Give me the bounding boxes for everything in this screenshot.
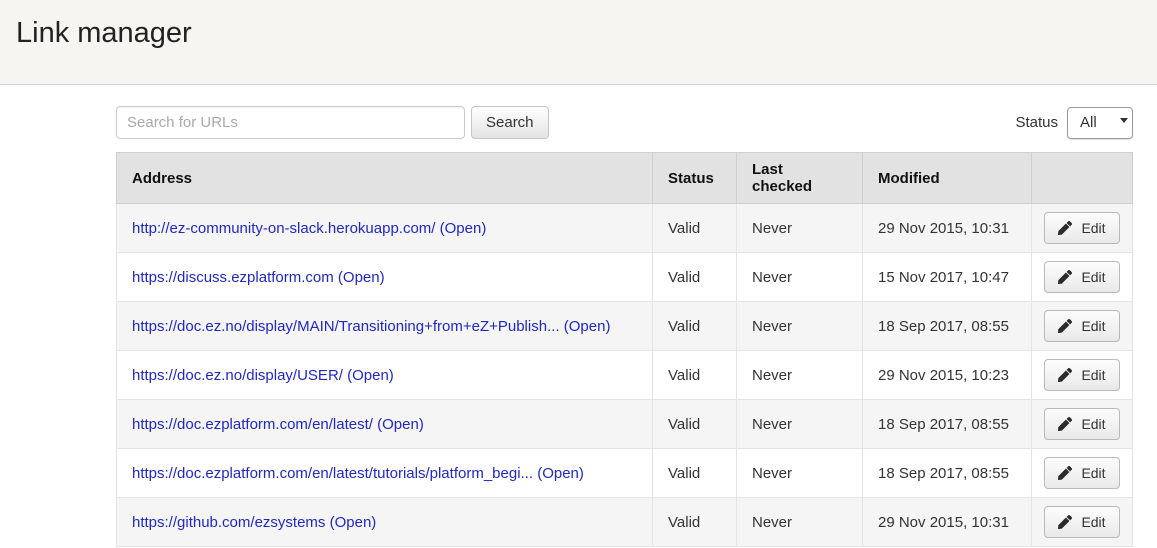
address-link[interactable]: http://ez-community-on-slack.herokuapp.c…: [132, 220, 435, 237]
modified-cell: 29 Nov 2015, 10:31: [863, 498, 1032, 547]
chevron-down-icon: [1120, 118, 1128, 123]
address-cell: https://github.com/ezsystems (Open): [117, 498, 653, 547]
address-link[interactable]: https://doc.ez.no/display/MAIN/Transitio…: [132, 318, 560, 335]
table-row: https://doc.ezplatform.com/en/latest/tut…: [117, 449, 1133, 498]
pencil-icon: [1058, 515, 1072, 529]
status-cell: Valid: [653, 302, 737, 351]
search-button[interactable]: Search: [471, 106, 549, 139]
open-link[interactable]: (Open): [564, 318, 611, 335]
status-filter-label: Status: [1015, 114, 1058, 131]
open-link[interactable]: (Open): [440, 220, 487, 237]
status-cell: Valid: [653, 253, 737, 302]
status-select-value: All: [1080, 114, 1097, 131]
edit-button-label: Edit: [1081, 220, 1105, 236]
edit-button-label: Edit: [1081, 416, 1105, 432]
column-header-actions: [1032, 153, 1133, 204]
column-header-modified: Modified: [863, 153, 1032, 204]
status-cell: Valid: [653, 400, 737, 449]
edit-cell: Edit: [1032, 351, 1133, 400]
address-link[interactable]: https://doc.ezplatform.com/en/latest/: [132, 416, 373, 433]
address-link[interactable]: https://github.com/ezsystems: [132, 514, 325, 531]
address-cell: https://doc.ez.no/display/USER/ (Open): [117, 351, 653, 400]
address-cell: https://doc.ez.no/display/MAIN/Transitio…: [117, 302, 653, 351]
modified-cell: 18 Sep 2017, 08:55: [863, 400, 1032, 449]
open-link[interactable]: (Open): [347, 367, 394, 384]
modified-cell: 18 Sep 2017, 08:55: [863, 302, 1032, 351]
edit-button[interactable]: Edit: [1044, 359, 1119, 391]
page-header: Link manager: [0, 0, 1157, 85]
modified-cell: 29 Nov 2015, 10:23: [863, 351, 1032, 400]
pencil-icon: [1058, 319, 1072, 333]
address-link[interactable]: https://discuss.ezplatform.com: [132, 269, 334, 286]
pencil-icon: [1058, 466, 1072, 480]
column-header-status: Status: [653, 153, 737, 204]
edit-cell: Edit: [1032, 204, 1133, 253]
page-title: Link manager: [16, 14, 1141, 52]
modified-cell: 15 Nov 2017, 10:47: [863, 253, 1032, 302]
open-link[interactable]: (Open): [537, 465, 584, 482]
address-link[interactable]: https://doc.ez.no/display/USER/: [132, 367, 343, 384]
modified-cell: 29 Nov 2015, 10:31: [863, 204, 1032, 253]
edit-button[interactable]: Edit: [1044, 212, 1119, 244]
links-table: Address Status Last checked Modified htt…: [116, 152, 1133, 547]
open-link[interactable]: (Open): [338, 269, 385, 286]
edit-button-label: Edit: [1081, 465, 1105, 481]
table-row: https://doc.ez.no/display/USER/ (Open) V…: [117, 351, 1133, 400]
address-cell: https://discuss.ezplatform.com (Open): [117, 253, 653, 302]
address-link[interactable]: https://doc.ezplatform.com/en/latest/tut…: [132, 465, 533, 482]
table-head: Address Status Last checked Modified: [117, 153, 1133, 204]
edit-button[interactable]: Edit: [1044, 261, 1119, 293]
edit-button[interactable]: Edit: [1044, 408, 1119, 440]
last-checked-cell: Never: [737, 302, 863, 351]
edit-button[interactable]: Edit: [1044, 506, 1119, 538]
edit-button[interactable]: Edit: [1044, 457, 1119, 489]
table-row: https://github.com/ezsystems (Open) Vali…: [117, 498, 1133, 547]
edit-cell: Edit: [1032, 302, 1133, 351]
edit-cell: Edit: [1032, 498, 1133, 547]
status-cell: Valid: [653, 351, 737, 400]
last-checked-cell: Never: [737, 400, 863, 449]
edit-button-label: Edit: [1081, 318, 1105, 334]
modified-cell: 18 Sep 2017, 08:55: [863, 449, 1032, 498]
column-header-last-checked: Last checked: [737, 153, 863, 204]
edit-button[interactable]: Edit: [1044, 310, 1119, 342]
toolbar: Search Status All: [116, 106, 1133, 139]
status-cell: Valid: [653, 498, 737, 547]
edit-button-label: Edit: [1081, 514, 1105, 530]
table-row: https://doc.ez.no/display/MAIN/Transitio…: [117, 302, 1133, 351]
pencil-icon: [1058, 270, 1072, 284]
address-cell: http://ez-community-on-slack.herokuapp.c…: [117, 204, 653, 253]
main-content: Search Status All Address Status Last ch…: [116, 106, 1133, 547]
pencil-icon: [1058, 221, 1072, 235]
edit-cell: Edit: [1032, 400, 1133, 449]
edit-cell: Edit: [1032, 449, 1133, 498]
status-cell: Valid: [653, 449, 737, 498]
table-body: http://ez-community-on-slack.herokuapp.c…: [117, 204, 1133, 547]
edit-cell: Edit: [1032, 253, 1133, 302]
last-checked-cell: Never: [737, 204, 863, 253]
search-input[interactable]: [116, 106, 465, 139]
pencil-icon: [1058, 417, 1072, 431]
table-row: http://ez-community-on-slack.herokuapp.c…: [117, 204, 1133, 253]
status-select[interactable]: All: [1067, 107, 1133, 139]
table-row: https://discuss.ezplatform.com (Open) Va…: [117, 253, 1133, 302]
address-cell: https://doc.ezplatform.com/en/latest/tut…: [117, 449, 653, 498]
last-checked-cell: Never: [737, 253, 863, 302]
column-header-address: Address: [117, 153, 653, 204]
edit-button-label: Edit: [1081, 269, 1105, 285]
status-cell: Valid: [653, 204, 737, 253]
open-link[interactable]: (Open): [330, 514, 377, 531]
open-link[interactable]: (Open): [377, 416, 424, 433]
pencil-icon: [1058, 368, 1072, 382]
table-row: https://doc.ezplatform.com/en/latest/ (O…: [117, 400, 1133, 449]
last-checked-cell: Never: [737, 498, 863, 547]
address-cell: https://doc.ezplatform.com/en/latest/ (O…: [117, 400, 653, 449]
header-row: Address Status Last checked Modified: [117, 153, 1133, 204]
last-checked-cell: Never: [737, 351, 863, 400]
edit-button-label: Edit: [1081, 367, 1105, 383]
last-checked-cell: Never: [737, 449, 863, 498]
